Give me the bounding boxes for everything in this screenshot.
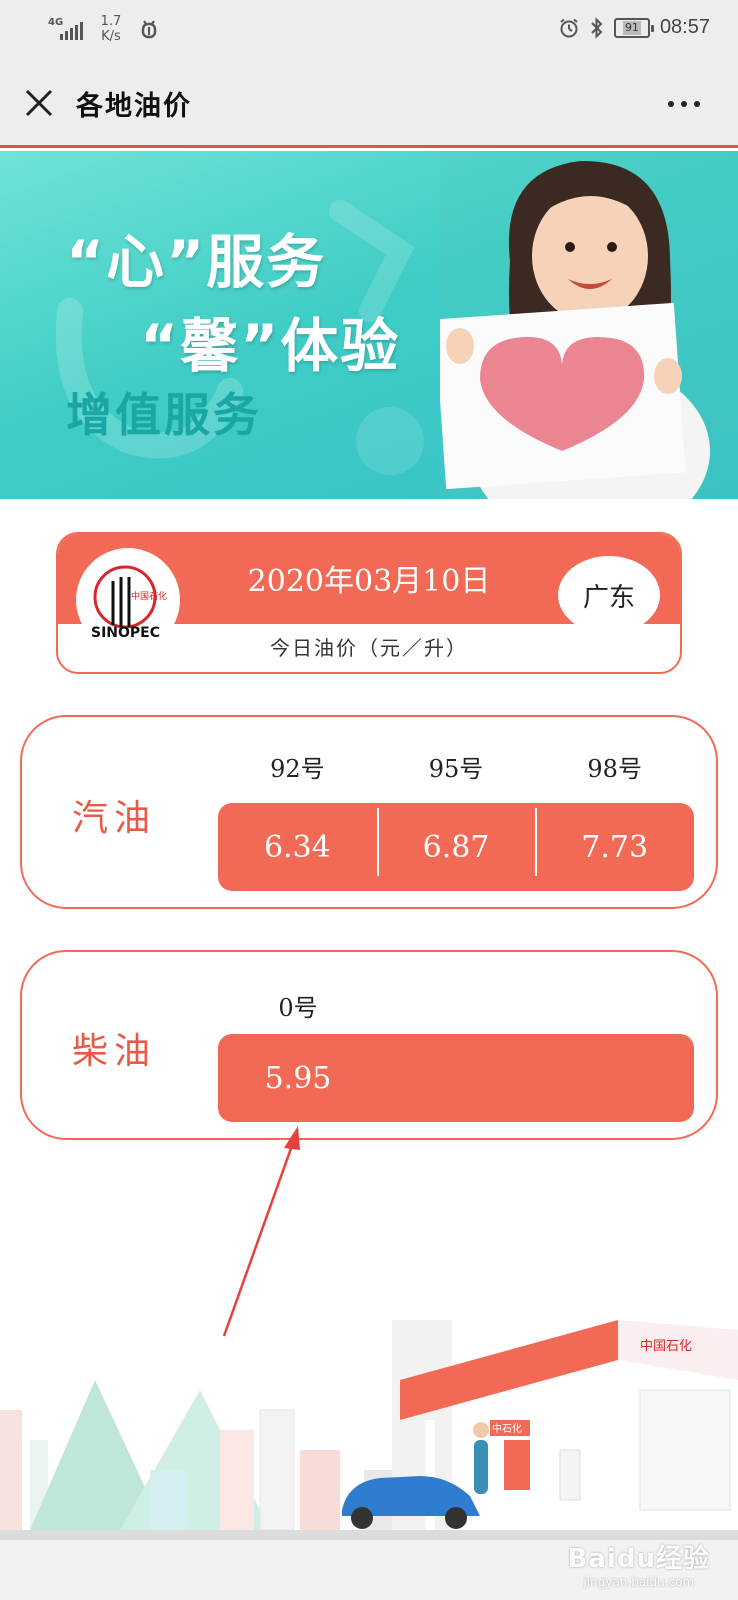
gasoline-label: 汽油	[72, 798, 157, 839]
child-with-heart-illustration	[440, 151, 738, 499]
grade-98-label: 98号	[587, 755, 642, 783]
station-sign-text: 中国石化	[640, 1339, 692, 1354]
price-98: 7.73	[535, 807, 694, 876]
diesel-label: 柴油	[72, 1031, 157, 1072]
signal-icon: 4G	[48, 16, 84, 42]
network-speed: 1.7 K/s	[96, 14, 126, 44]
debug-icon	[141, 20, 157, 39]
gasoline-grades: 92号 95号 98号	[218, 749, 694, 784]
price-header-card: 中国石化 SINOPEC 2020年03月10日 广东 今日油价（元／升）	[56, 532, 682, 674]
more-options-icon[interactable]	[668, 98, 704, 110]
battery-icon: 91	[613, 17, 654, 38]
diesel-grades: 0号	[218, 988, 378, 1023]
alarm-icon	[560, 18, 578, 37]
gas-station-illustration: 中国石化 中石化	[0, 1320, 738, 1550]
grade-95-label: 95号	[428, 755, 484, 783]
speed-value: 1.7	[100, 14, 122, 29]
diesel-card: 柴油 0号 5.95	[20, 950, 718, 1140]
app-header: 各地油价	[0, 62, 738, 148]
page-title: 各地油价	[76, 91, 192, 122]
banner-slogan-1: “心”服务	[66, 228, 327, 296]
gasoline-card: 汽油 92号 95号 98号 6.34 6.87 7.73	[20, 715, 718, 909]
watermark: Baidu经验 jingyan.baidu.com	[568, 1538, 710, 1589]
bluetooth-icon	[591, 16, 603, 39]
battery-level: 91	[622, 20, 641, 35]
banner-slogan-2: “馨”体验	[140, 312, 401, 380]
province-selector[interactable]: 广东	[558, 556, 660, 634]
diesel-price-bar: 5.95	[218, 1034, 694, 1122]
promo-banner: “心”服务 “馨”体验 增值服务	[0, 151, 738, 499]
watermark-site: jingyan.baidu.com	[583, 1575, 695, 1589]
banner-slogan-3: 增值服务	[66, 388, 262, 442]
status-right: 91 08:57	[558, 16, 710, 39]
speed-unit: K/s	[101, 29, 121, 44]
gasoline-price-bar: 6.34 6.87 7.73	[218, 803, 694, 891]
price-92: 6.34	[263, 829, 331, 865]
price-95: 6.87	[376, 807, 536, 876]
pump-sign-text: 中石化	[492, 1422, 522, 1435]
grade-0-label: 0号	[278, 994, 318, 1022]
watermark-brand: Baidu经验	[567, 1544, 710, 1574]
status-time: 08:57	[659, 16, 710, 38]
price-unit-label: 今日油价（元／升）	[270, 636, 468, 660]
status-bar: 4G 1.7 K/s 91 08:57	[0, 0, 738, 62]
status-left: 4G 1.7 K/s	[48, 14, 160, 44]
grade-92-label: 92号	[270, 755, 325, 783]
close-icon[interactable]	[22, 86, 56, 120]
price-diesel-0: 5.95	[264, 1060, 332, 1096]
